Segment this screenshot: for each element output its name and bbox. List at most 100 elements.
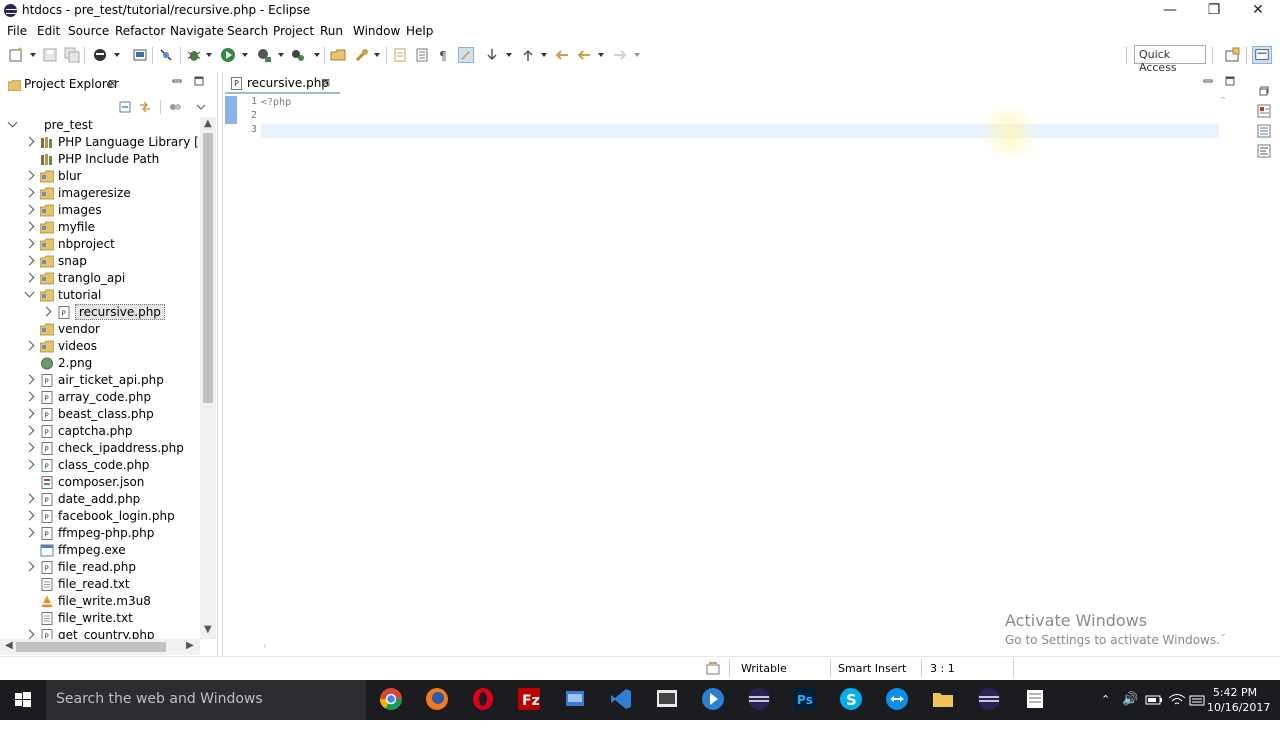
collapsed-twisty-icon[interactable] — [24, 374, 35, 385]
prev-edit-dropdown-icon[interactable] — [541, 53, 547, 57]
collapsed-twisty-icon[interactable] — [24, 425, 35, 436]
tree-item[interactable]: composer.json — [0, 474, 200, 491]
collapsed-twisty-icon[interactable] — [24, 221, 35, 232]
tree-item[interactable]: Pfacebook_login.php — [0, 508, 200, 525]
menu-navigate[interactable]: Navigate — [170, 24, 224, 38]
scroll-down-icon[interactable]: ▼ — [204, 624, 212, 635]
print-dropdown-icon[interactable] — [114, 53, 120, 57]
collapsed-twisty-icon[interactable] — [24, 493, 35, 504]
chrome-icon[interactable] — [378, 686, 404, 712]
close-icon[interactable]: ⊠ — [108, 77, 117, 90]
back-icon[interactable] — [576, 47, 592, 63]
collapsed-twisty-icon[interactable] — [24, 238, 35, 249]
close-icon[interactable]: ⊠ — [321, 76, 330, 89]
taskbar-clock[interactable]: 5:42 PM 10/16/2017 — [1207, 685, 1270, 715]
collapsed-twisty-icon[interactable] — [24, 255, 35, 266]
restore-button[interactable]: ❐ — [1192, 0, 1236, 22]
tree-item[interactable]: tutorial — [0, 287, 200, 304]
coverage-dropdown-icon[interactable] — [278, 53, 284, 57]
media-app-icon[interactable] — [654, 686, 680, 712]
windows-start-icon[interactable] — [0, 680, 46, 720]
next-edit-dropdown-icon[interactable] — [506, 53, 512, 57]
last-edit-location-icon[interactable] — [554, 47, 570, 63]
scroll-right-icon[interactable]: ▶ — [186, 640, 194, 651]
maximize-view-icon[interactable] — [194, 76, 204, 86]
tray-overflow-icon[interactable]: ⌃ — [1101, 693, 1110, 733]
tree-item[interactable]: Pclass_code.php — [0, 457, 200, 474]
tree-item[interactable]: Pffmpeg-php.php — [0, 525, 200, 542]
tree-vertical-scrollbar[interactable]: ▲ ▼ — [200, 117, 216, 639]
scroll-up-icon[interactable]: ⌃ — [1219, 96, 1227, 107]
collapsed-twisty-icon[interactable] — [24, 170, 35, 181]
tree-item[interactable]: Parray_code.php — [0, 389, 200, 406]
filezilla-icon[interactable]: Fz — [516, 686, 542, 712]
tree-item[interactable]: nbproject — [0, 236, 200, 253]
quick-access-field[interactable]: Quick Access — [1134, 45, 1206, 74]
back-dropdown-icon[interactable] — [598, 53, 604, 57]
collapsed-twisty-icon[interactable] — [24, 204, 35, 215]
forward-icon[interactable] — [612, 47, 628, 63]
open-type-icon[interactable] — [330, 47, 346, 63]
tree-item[interactable]: Pbeast_class.php — [0, 406, 200, 423]
tree-item[interactable]: pre_test — [0, 117, 200, 134]
focus-task-icon[interactable] — [168, 100, 182, 114]
code-line[interactable] — [261, 110, 1219, 124]
mark-occurrences-icon[interactable] — [458, 47, 474, 63]
collapsed-twisty-icon[interactable] — [24, 187, 35, 198]
show-whitespace-icon[interactable]: ¶ — [436, 47, 452, 63]
taskbar-search-box[interactable]: Search the web and Windows — [46, 680, 366, 720]
tree-item[interactable]: Pcheck_ipaddress.php — [0, 440, 200, 457]
tree-item[interactable]: blur — [0, 168, 200, 185]
tree-item[interactable]: videos — [0, 338, 200, 355]
tree-item[interactable]: Pfile_read.php — [0, 559, 200, 576]
tree-item[interactable]: vendor — [0, 321, 200, 338]
collapse-all-icon[interactable] — [118, 100, 132, 114]
tree-item[interactable]: imageresize — [0, 185, 200, 202]
tree-item[interactable]: myfile — [0, 219, 200, 236]
menu-source[interactable]: Source — [68, 24, 109, 38]
editor-vertical-scrollbar[interactable]: ⌃ ⌄ — [1219, 96, 1229, 641]
menu-edit[interactable]: Edit — [37, 24, 60, 38]
code-line[interactable]: <?php — [261, 96, 1219, 110]
tree-item[interactable]: file_write.txt — [0, 610, 200, 627]
forward-dropdown-icon[interactable] — [634, 53, 640, 57]
outline-icon[interactable] — [1257, 104, 1271, 118]
save-all-icon[interactable] — [64, 47, 80, 63]
firefox-icon[interactable] — [424, 686, 450, 712]
tree-item[interactable]: Pair_ticket_api.php — [0, 372, 200, 389]
tree-item[interactable]: ffmpeg.exe — [0, 542, 200, 559]
tree-item[interactable]: 2.png — [0, 355, 200, 372]
close-button[interactable]: ✕ — [1236, 0, 1280, 22]
coverage-icon[interactable] — [256, 47, 272, 63]
notepad-icon[interactable] — [1022, 686, 1048, 712]
volume-icon[interactable]: 🔊 — [1122, 692, 1138, 732]
tree-item-selected[interactable]: Precursive.php — [0, 304, 200, 321]
skip-breakpoints-icon[interactable] — [158, 47, 174, 63]
toggle-block-icon[interactable] — [414, 47, 430, 63]
new-icon[interactable] — [8, 47, 24, 63]
tree-horizontal-scrollbar[interactable]: ◀ ▶ — [0, 639, 200, 655]
prev-edit-icon[interactable] — [520, 47, 536, 63]
next-edit-icon[interactable] — [484, 47, 500, 63]
opera-icon[interactable] — [470, 686, 496, 712]
collapsed-twisty-icon[interactable] — [24, 629, 35, 639]
tree-item[interactable]: PHP Include Path — [0, 151, 200, 168]
tree-item[interactable]: Pget_country.php — [0, 627, 200, 639]
tree-item[interactable]: images — [0, 202, 200, 219]
menu-refactor[interactable]: Refactor — [115, 24, 165, 38]
menu-file[interactable]: File — [7, 24, 27, 38]
task-list-icon[interactable] — [1257, 124, 1271, 138]
tree-item[interactable]: PHP Language Library [PHP — [0, 134, 200, 151]
wifi-icon[interactable] — [1168, 692, 1186, 708]
print-icon[interactable] — [92, 47, 108, 63]
battery-icon[interactable] — [1145, 693, 1163, 707]
tree-item[interactable]: file_write.m3u8 — [0, 593, 200, 610]
menu-search[interactable]: Search — [227, 24, 268, 38]
maximize-editor-icon[interactable] — [1225, 76, 1235, 86]
collapsed-twisty-icon[interactable] — [24, 391, 35, 402]
collapsed-twisty-icon[interactable] — [24, 561, 35, 572]
editor-tab-recursive-php[interactable]: P recursive.php ⊠ — [225, 72, 340, 94]
app-window-icon[interactable] — [562, 686, 588, 712]
collapsed-twisty-icon[interactable] — [24, 408, 35, 419]
scroll-left-icon[interactable]: ◀ — [5, 640, 13, 651]
